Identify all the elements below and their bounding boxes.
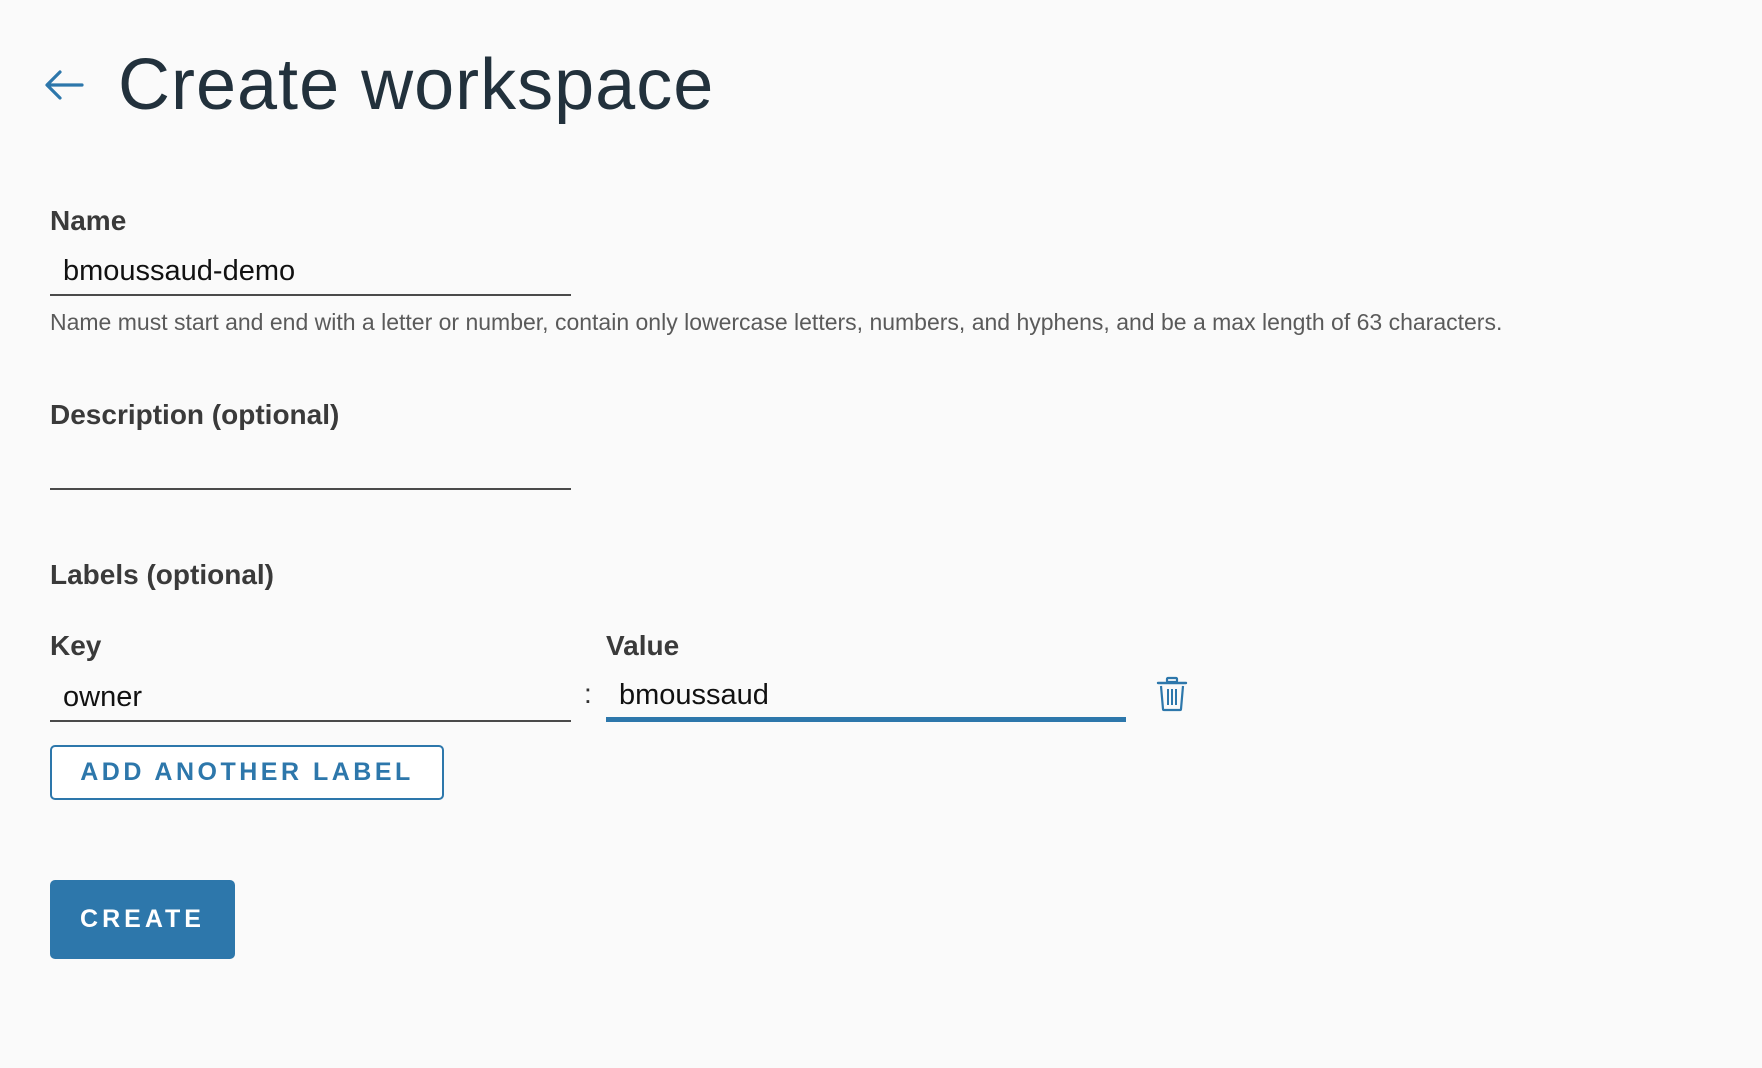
create-button[interactable]: CREATE (50, 880, 235, 959)
label-value-input[interactable] (606, 674, 1126, 722)
page-header: Create workspace (44, 40, 714, 130)
arrow-left-icon (45, 70, 84, 100)
labels-section-label: Labels (optional) (50, 559, 274, 590)
name-helper-text: Name must start and end with a letter or… (50, 309, 1503, 335)
label-key-input[interactable] (50, 674, 571, 722)
name-label: Name (50, 205, 127, 236)
back-button[interactable] (44, 65, 84, 105)
name-input[interactable] (50, 248, 571, 296)
description-label: Description (optional) (50, 399, 340, 430)
add-another-label-button[interactable]: ADD ANOTHER LABEL (50, 745, 444, 800)
description-input[interactable] (50, 442, 571, 490)
trash-icon[interactable] (1156, 676, 1188, 712)
label-value-header: Value (606, 630, 680, 661)
key-value-separator: : (584, 678, 592, 709)
label-key-header: Key (50, 630, 102, 661)
page-title: Create workspace (118, 45, 715, 125)
